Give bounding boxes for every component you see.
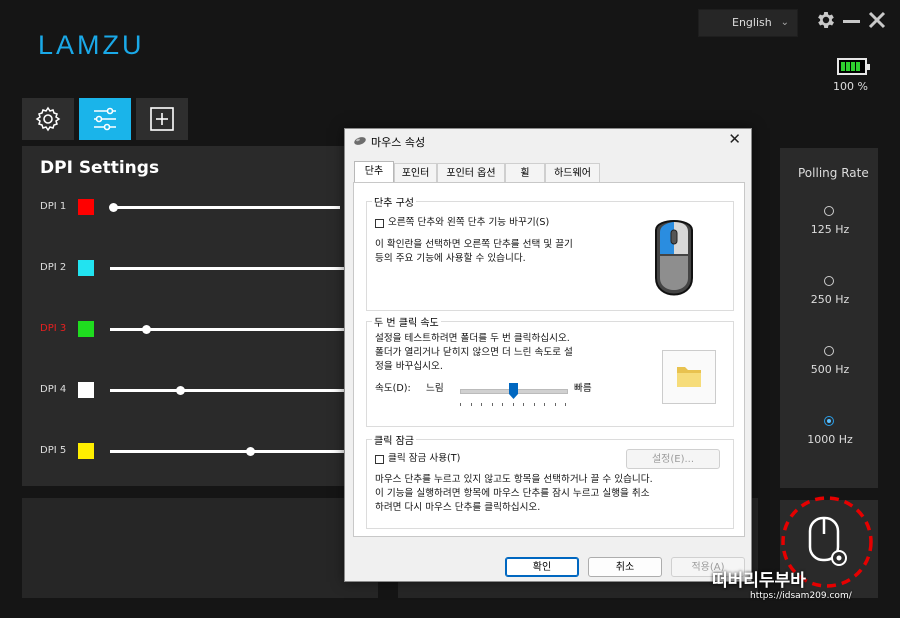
mouse-icon xyxy=(354,137,366,145)
double-click-desc-1: 설정을 테스트하려면 폴더를 두 번 클릭하십시오. xyxy=(375,333,570,344)
tab-settings[interactable] xyxy=(22,98,74,140)
swap-buttons-label[interactable]: 오른쪽 단추와 왼쪽 단추 기능 바꾸기(S) xyxy=(388,216,549,230)
tab-wheel[interactable]: 휠 xyxy=(505,163,545,182)
tab-sliders[interactable] xyxy=(79,98,131,140)
click-lock-checkbox[interactable] xyxy=(375,455,384,464)
dpi-slider-knob[interactable] xyxy=(142,325,151,334)
battery-icon xyxy=(837,58,870,75)
dpi-panel xyxy=(22,146,362,486)
dpi-slider-track[interactable] xyxy=(110,267,344,270)
dpi-slider-track[interactable] xyxy=(110,206,340,209)
dpi-label[interactable]: DPI 4 xyxy=(40,384,66,395)
dpi-label[interactable]: DPI 5 xyxy=(40,445,66,456)
close-icon xyxy=(868,11,886,29)
speed-slider-thumb[interactable] xyxy=(509,383,518,399)
swap-buttons-checkbox[interactable] xyxy=(375,219,384,228)
language-select-value: English xyxy=(732,16,772,29)
tab-buttons[interactable]: 단추 xyxy=(354,161,394,183)
dpi-slider-knob[interactable] xyxy=(176,386,185,395)
cancel-button[interactable]: 취소 xyxy=(588,557,662,577)
tab-hardware[interactable]: 하드웨어 xyxy=(545,163,600,182)
test-folder[interactable] xyxy=(662,350,716,404)
dpi-slider-track[interactable] xyxy=(110,389,344,392)
mouse-properties-dialog: 마우스 속성 ✕ 단추 포인터 포인터 옵션 휠 하드웨어 단추 구성 오른쪽 … xyxy=(344,128,752,582)
gear-icon xyxy=(35,106,61,132)
click-lock-desc-3: 하려면 다시 마우스 단추를 클릭하십시오. xyxy=(375,502,541,513)
dpi-color-swatch[interactable] xyxy=(78,382,94,398)
folder-icon xyxy=(677,367,701,387)
polling-rate-label[interactable]: 250 Hz xyxy=(795,293,865,306)
speed-label: 속도(D): xyxy=(375,383,411,394)
click-lock-settings-button[interactable]: 설정(E)... xyxy=(626,449,720,469)
sliders-icon xyxy=(94,107,116,131)
dpi-color-swatch[interactable] xyxy=(78,260,94,276)
button-config-title: 단추 구성 xyxy=(372,194,416,209)
button-config-desc-1: 이 확인란을 선택하면 오른쪽 단추를 선택 및 끌기 xyxy=(375,239,573,250)
polling-rate-label[interactable]: 500 Hz xyxy=(795,363,865,376)
dpi-settings-title: DPI Settings xyxy=(40,158,160,178)
dialog-title: 마우스 속성 xyxy=(371,136,426,149)
gear-icon xyxy=(818,12,834,28)
settings-gear-button[interactable] xyxy=(815,9,837,36)
polling-rate-radio[interactable] xyxy=(824,206,834,216)
battery-percent: 100 % xyxy=(833,80,868,93)
dpi-color-swatch[interactable] xyxy=(78,199,94,215)
watermark-text: 떠버리두부바 xyxy=(712,571,806,591)
tab-pointer[interactable]: 포인터 xyxy=(394,163,437,182)
double-click-desc-3: 정을 바꾸십시오. xyxy=(375,361,443,372)
polling-rate-radio[interactable] xyxy=(824,346,834,356)
polling-rate-label[interactable]: 125 Hz xyxy=(795,223,865,236)
double-click-desc-2: 폴더가 열리거나 닫히지 않으면 더 느린 속도로 설 xyxy=(375,347,573,358)
dialog-close-button[interactable]: ✕ xyxy=(728,130,741,148)
double-click-title: 두 번 클릭 속도 xyxy=(372,314,441,329)
slow-label: 느림 xyxy=(426,383,444,394)
click-lock-desc-2: 이 기능을 실행하려면 항목에 마우스 단추를 잠시 누르고 실행을 취소 xyxy=(375,488,650,499)
polling-rate-title: Polling Rate xyxy=(798,166,869,180)
mouse-image xyxy=(622,208,726,308)
click-lock-label[interactable]: 클릭 잠금 사용(T) xyxy=(388,452,460,466)
watermark-url: https://idsam209.com/ xyxy=(750,591,852,601)
polling-rate-radio[interactable] xyxy=(824,416,834,426)
bottom-left-panel xyxy=(22,498,378,598)
dpi-slider-knob[interactable] xyxy=(246,447,255,456)
dpi-label[interactable]: DPI 2 xyxy=(40,262,66,273)
language-select[interactable]: English ⌄ xyxy=(698,9,798,37)
polling-rate-label[interactable]: 1000 Hz xyxy=(795,433,865,446)
app-logo: LAMZU xyxy=(38,30,145,60)
dpi-color-swatch[interactable] xyxy=(78,321,94,337)
plus-square-icon xyxy=(150,107,174,131)
ok-button[interactable]: 확인 xyxy=(505,557,579,577)
chevron-down-icon: ⌄ xyxy=(780,17,789,28)
speed-slider-ticks xyxy=(460,403,566,406)
button-config-desc-2: 등의 주요 기능에 사용할 수 있습니다. xyxy=(375,253,526,264)
click-lock-title: 클릭 잠금 xyxy=(372,432,416,447)
tab-pointer-options[interactable]: 포인터 옵션 xyxy=(437,163,505,182)
dpi-slider-track[interactable] xyxy=(110,450,344,453)
polling-rate-radio[interactable] xyxy=(824,276,834,286)
dpi-label[interactable]: DPI 3 xyxy=(40,323,66,334)
dpi-slider-knob[interactable] xyxy=(109,203,118,212)
dpi-color-swatch[interactable] xyxy=(78,443,94,459)
dpi-label[interactable]: DPI 1 xyxy=(40,201,66,212)
tab-content: 단추 구성 오른쪽 단추와 왼쪽 단추 기능 바꾸기(S) 이 확인란을 선택하… xyxy=(353,182,745,537)
close-button[interactable] xyxy=(866,9,888,36)
mouse-illustration-icon xyxy=(655,220,693,296)
click-lock-desc-1: 마우스 단추를 누르고 있지 않고도 항목을 선택하거나 끌 수 있습니다. xyxy=(375,474,653,485)
minimize-button[interactable] xyxy=(843,20,860,23)
fast-label: 빠름 xyxy=(574,383,592,394)
tab-add[interactable] xyxy=(136,98,188,140)
